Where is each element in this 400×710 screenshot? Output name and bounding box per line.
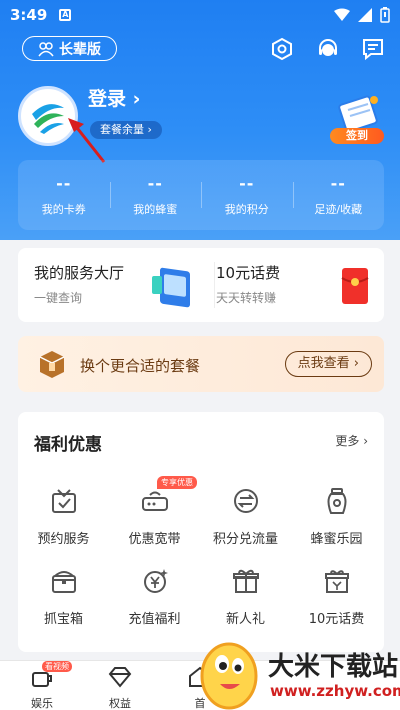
diamond-icon (108, 667, 132, 688)
grid-item-label: 蜂蜜乐园 (310, 532, 363, 547)
tab-entertainment[interactable]: 看视频 娱乐 (12, 661, 72, 710)
grid-item-points-exchange[interactable]: 积分兑流量 (200, 486, 291, 547)
signin-button[interactable]: 签到 (326, 92, 386, 144)
grid-item-broadband[interactable]: 专享优惠 优惠宽带 (109, 476, 200, 547)
tab-label: 权益 (109, 697, 131, 710)
service-card: 我的服务大厅 一键查询 10元话费 天天转转赚 (18, 248, 384, 322)
login-link[interactable]: 登录 › (88, 84, 140, 111)
red-envelope-icon (341, 268, 369, 304)
exchange-icon (233, 489, 258, 513)
elder-mode-label: 长辈版 (59, 41, 101, 58)
broadband-flag: 专享优惠 (157, 476, 197, 489)
package-box-icon (39, 351, 65, 378)
battery-icon (380, 7, 390, 23)
stat-points[interactable]: -- 我的积分 (201, 160, 293, 230)
gift-box-icon (324, 570, 349, 593)
stat-label: 我的卡券 (41, 202, 86, 216)
grid-item-newcomer-gift[interactable]: 新人礼 (200, 566, 291, 627)
customer-service-icon[interactable] (316, 37, 340, 61)
stat-value: -- (239, 173, 255, 193)
stat-label: 我的积分 (224, 202, 269, 216)
wifi-icon (334, 8, 350, 21)
view-now-button[interactable]: 点我查看 › (284, 351, 372, 377)
tab-rights[interactable]: 权益 (90, 665, 150, 710)
plan-balance-button[interactable]: 套餐余量 › (90, 121, 162, 139)
stat-footprints[interactable]: -- 足迹/收藏 (292, 160, 385, 230)
stat-label: 足迹/收藏 (314, 202, 363, 216)
stat-coupons[interactable]: -- 我的卡券 (18, 160, 110, 230)
grid-item-treasure-box[interactable]: 抓宝箱 (18, 566, 109, 627)
tab-label: 娱乐 (31, 697, 53, 710)
stats-panel: -- 我的卡券 -- 我的蜂蜜 -- 我的积分 -- 足迹/收藏 (18, 160, 384, 230)
settings-icon[interactable] (270, 37, 294, 61)
service-hall-entry[interactable]: 我的服务大厅 一键查询 (34, 262, 124, 306)
signin-label: 签到 (330, 128, 384, 144)
stat-value: -- (147, 173, 163, 193)
service-divider (214, 262, 215, 308)
watermark-brand: 大米下载站 (268, 652, 399, 682)
grid-item-ten-yuan-fee[interactable]: 10元话费 (291, 566, 382, 627)
grid-item-label: 预约服务 (37, 532, 90, 547)
grid-item-label: 10元话费 (308, 612, 365, 627)
fee-title: 10元话费 (216, 264, 281, 282)
gift-icon (232, 569, 259, 593)
egg-mascot-logo-icon (200, 642, 258, 710)
grid-item-label: 优惠宽带 (128, 532, 181, 547)
service-hall-illustration-icon (152, 267, 190, 308)
welfare-section: 福利优惠 更多 › 预约服务 专享优惠 优惠宽带 积分兑流量 蜂蜜乐园 抓宝箱 … (18, 412, 384, 652)
honey-jar-icon (327, 488, 346, 514)
elder-mode-button[interactable]: 长辈版 (22, 36, 117, 61)
service-hall-subtitle: 一键查询 (34, 291, 83, 305)
elder-icon (38, 41, 54, 56)
more-link[interactable]: 更多 › (335, 432, 368, 449)
grid-item-label: 抓宝箱 (43, 612, 83, 627)
signal-icon (358, 8, 372, 22)
router-icon (141, 491, 168, 511)
status-time: 3:49 (10, 6, 48, 24)
stat-value: -- (56, 173, 72, 193)
banner-text: 换个更合适的套餐 (80, 357, 201, 375)
notification-a-icon: A (59, 9, 72, 21)
grid-item-appointment[interactable]: 预约服务 (18, 486, 109, 547)
status-bar: 3:49 A (0, 0, 400, 30)
entertainment-flag: 看视频 (42, 661, 72, 672)
watermark: 大米下载站 www.zzhyw.com (190, 636, 400, 710)
message-icon[interactable] (361, 37, 385, 61)
grid-item-label: 积分兑流量 (212, 532, 278, 547)
fee-entry[interactable]: 10元话费 天天转转赚 (216, 262, 280, 306)
fee-subtitle: 天天转转赚 (216, 291, 277, 305)
china-mobile-logo-icon (32, 104, 64, 134)
stat-honey[interactable]: -- 我的蜂蜜 (109, 160, 202, 230)
stat-label: 我的蜂蜜 (133, 202, 178, 216)
grid-item-honey-park[interactable]: 蜂蜜乐园 (291, 486, 382, 547)
stat-value: -- (330, 173, 346, 193)
yuan-coin-icon (143, 569, 168, 593)
grid-item-label: 新人礼 (225, 612, 265, 627)
watermark-url: www.zzhyw.com (270, 682, 400, 700)
treasure-box-icon (51, 571, 76, 593)
service-hall-title: 我的服务大厅 (34, 264, 125, 282)
plan-recommend-banner[interactable]: 换个更合适的套餐 点我查看 › (18, 336, 384, 392)
grid-item-recharge[interactable]: 充值福利 (109, 566, 200, 627)
welfare-title: 福利优惠 (34, 435, 102, 455)
appointment-icon (51, 489, 76, 513)
grid-item-label: 充值福利 (128, 612, 181, 627)
